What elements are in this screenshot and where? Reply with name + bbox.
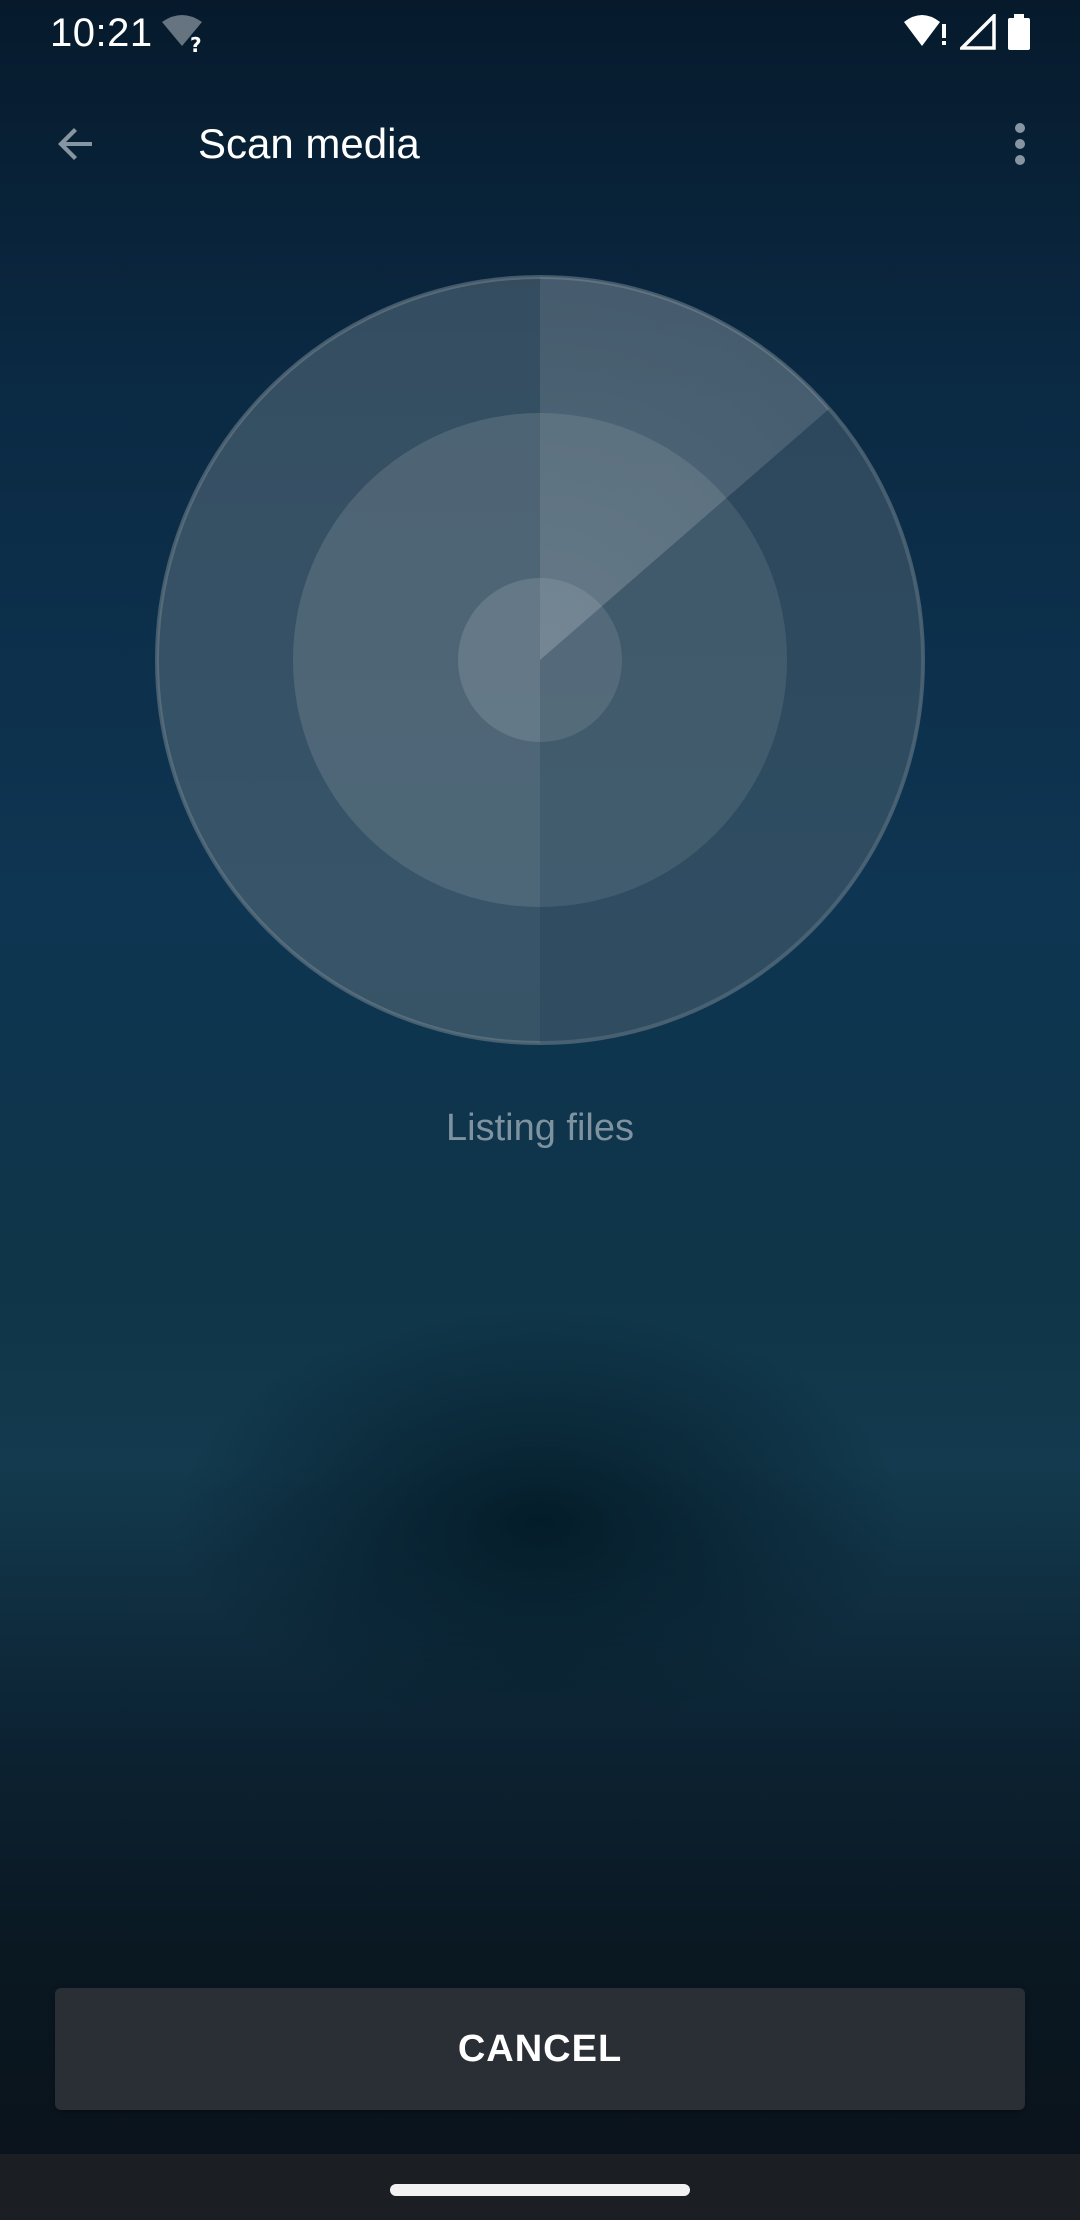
battery-icon [1008, 13, 1030, 55]
scan-radar [154, 274, 926, 1046]
status-bar: 10:21 ? [0, 0, 1080, 66]
page-title: Scan media [198, 120, 420, 167]
more-options-button[interactable] [984, 108, 1056, 180]
app-bar: Scan media [0, 88, 1080, 198]
cancel-button[interactable]: CANCEL [55, 1988, 1025, 2110]
back-button[interactable] [40, 108, 112, 180]
status-icons [904, 11, 1030, 56]
more-vert-icon [1015, 123, 1025, 165]
wifi-alert-icon [904, 14, 948, 55]
scan-media-screen: 10:21 ? Scan media Listing files CANCEL [0, 0, 1080, 2220]
home-gesture-handle[interactable] [390, 2184, 690, 2196]
scan-status-text: Listing files [446, 1107, 634, 1149]
cancel-button-label: CANCEL [457, 2027, 623, 2070]
svg-text:?: ? [190, 33, 202, 54]
wifi-unknown-icon: ? [160, 14, 208, 57]
arrow-back-icon [58, 128, 92, 160]
cell-signal-icon [957, 11, 996, 55]
navigation-bar [0, 2154, 1080, 2220]
status-time: 10:21 [50, 11, 153, 55]
